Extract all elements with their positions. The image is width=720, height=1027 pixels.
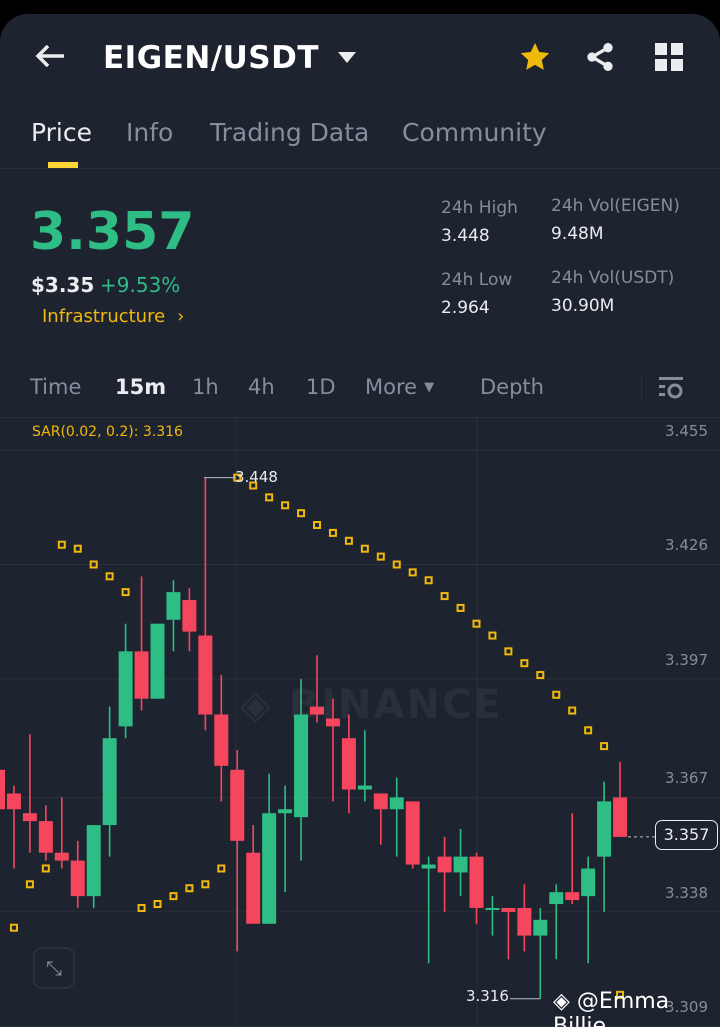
- candle-down: [501, 907, 516, 912]
- sar-dot: [360, 544, 369, 553]
- sar-dot: [328, 528, 337, 537]
- sar-dot: [584, 726, 593, 735]
- candlestick-chart[interactable]: [0, 14, 720, 1027]
- candle-up: [102, 738, 117, 826]
- sar-dot: [185, 884, 194, 893]
- sar-dot: [600, 742, 609, 751]
- candle-up: [357, 785, 372, 790]
- candle-up: [262, 813, 277, 924]
- sar-dot: [344, 536, 353, 545]
- sar-dot: [153, 900, 162, 909]
- sar-dot: [25, 880, 34, 889]
- sar-dot: [440, 592, 449, 601]
- candle-up: [421, 864, 436, 869]
- candle-down: [230, 769, 245, 841]
- candle-down: [405, 801, 420, 865]
- candle-up: [166, 592, 181, 620]
- sar-dot: [217, 864, 226, 873]
- candle-up: [581, 868, 596, 897]
- candle-down: [341, 738, 356, 790]
- sar-dot: [297, 509, 306, 518]
- sar-dot: [313, 521, 321, 530]
- candle-down: [325, 718, 340, 727]
- sar-dot: [504, 647, 513, 656]
- candle-down: [214, 714, 229, 766]
- candle-up: [118, 651, 133, 727]
- sar-dot: [73, 544, 82, 553]
- expand-icon: ⤡: [46, 956, 62, 980]
- sar-dot: [265, 493, 274, 502]
- sar-dot: [552, 690, 561, 699]
- candle-down: [373, 793, 388, 810]
- candle-down: [437, 856, 452, 873]
- candle-down: [22, 813, 37, 822]
- y-axis-tick: 3.397: [665, 650, 708, 669]
- y-axis-tick: 3.338: [665, 883, 708, 902]
- y-axis-tick: 3.367: [665, 769, 708, 788]
- candle-down: [38, 821, 53, 853]
- candle-up: [389, 797, 404, 810]
- sar-indicator-label: SAR(0.02, 0.2): 3.316: [32, 424, 183, 440]
- candle-down: [613, 797, 628, 837]
- candle-down: [134, 651, 149, 699]
- candle-up: [533, 919, 548, 936]
- candle-up: [278, 809, 293, 814]
- app-screen: EIGEN/USDT Price Info Trading Data Commu…: [0, 14, 720, 1027]
- candle-down: [469, 856, 484, 908]
- sar-dot: [41, 864, 50, 873]
- candle-up: [150, 623, 165, 699]
- sar-dot: [201, 880, 210, 889]
- candle-down: [70, 860, 85, 897]
- sar-dot: [376, 552, 385, 561]
- candle-down: [54, 852, 69, 861]
- candle-down: [310, 706, 324, 715]
- sar-dot: [520, 659, 529, 668]
- sar-dot: [424, 576, 433, 585]
- current-price-tag: 3.357: [655, 820, 718, 850]
- low-marker-label: 3.316: [466, 987, 509, 1005]
- sar-dot: [456, 603, 465, 612]
- sar-dot: [137, 903, 146, 912]
- sar-dot: [568, 706, 577, 715]
- candle-up: [453, 856, 468, 873]
- sar-dot: [488, 631, 497, 640]
- sar-dot: [57, 540, 66, 549]
- sar-dot: [408, 568, 417, 577]
- sar-dot: [536, 671, 545, 680]
- candle-down: [517, 907, 532, 936]
- candle-up: [597, 801, 612, 857]
- candle-down: [198, 635, 213, 715]
- candle-down: [182, 600, 197, 632]
- y-axis-tick: 3.455: [665, 422, 708, 440]
- expand-chart-button[interactable]: ⤡: [33, 947, 75, 989]
- candle-up: [485, 907, 500, 910]
- sar-dot: [105, 572, 114, 581]
- candle-up: [549, 892, 564, 905]
- candle-down: [246, 852, 261, 924]
- sar-dot: [169, 892, 178, 901]
- sar-dot: [121, 588, 130, 597]
- candle-down: [565, 892, 580, 901]
- sar-dot: [281, 501, 290, 510]
- high-marker-label: 3.448: [235, 468, 278, 486]
- candle-down: [0, 769, 5, 810]
- y-axis-tick: 3.426: [665, 536, 708, 555]
- user-watermark: ◈ @Emma Billie: [553, 989, 670, 1027]
- sar-dot: [9, 923, 18, 932]
- candle-up: [294, 714, 309, 818]
- candle-down: [6, 793, 21, 810]
- candle-up: [86, 825, 101, 897]
- binance-logo-icon: ◈: [553, 989, 570, 1014]
